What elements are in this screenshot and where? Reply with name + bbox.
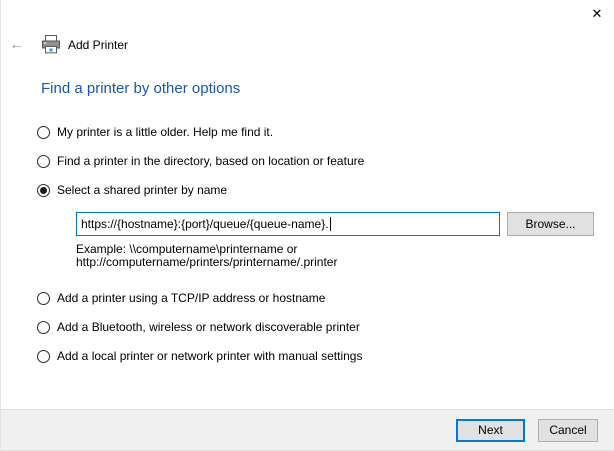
- radio-dot: [40, 353, 47, 360]
- option-label: Add a printer using a TCP/IP address or …: [57, 291, 325, 305]
- radio-dot: [40, 129, 47, 136]
- page-title: Find a printer by other options: [41, 80, 240, 97]
- radio-icon: [37, 155, 50, 168]
- back-arrow-icon[interactable]: ←: [9, 35, 29, 55]
- option-label: Add a local printer or network printer w…: [57, 349, 362, 363]
- dialog-footer: Next Cancel: [1, 409, 614, 450]
- example-line-2: http://computername/printers/printername…: [76, 256, 597, 269]
- option-bluetooth-wireless[interactable]: Add a Bluetooth, wireless or network dis…: [37, 320, 597, 334]
- option-label: Add a Bluetooth, wireless or network dis…: [57, 320, 360, 334]
- radio-icon-selected: [37, 184, 50, 197]
- radio-dot: [40, 158, 47, 165]
- radio-icon: [37, 292, 50, 305]
- option-shared-printer-by-name[interactable]: Select a shared printer by name: [37, 183, 597, 197]
- text-caret: [330, 217, 331, 231]
- radio-dot: [40, 324, 47, 331]
- printer-name-value: https://{hostname}:{port}/queue/{queue-n…: [81, 217, 329, 231]
- wizard-title: Add Printer: [68, 38, 128, 52]
- shared-printer-section: https://{hostname}:{port}/queue/{queue-n…: [76, 212, 597, 269]
- printer-name-input[interactable]: https://{hostname}:{port}/queue/{queue-n…: [76, 212, 500, 236]
- wizard-header: ← Add Printer: [9, 34, 128, 56]
- printer-option-list: My printer is a little older. Help me fi…: [37, 125, 597, 378]
- shared-printer-input-row: https://{hostname}:{port}/queue/{queue-n…: [76, 212, 597, 236]
- cancel-button[interactable]: Cancel: [538, 419, 598, 442]
- option-local-manual-settings[interactable]: Add a local printer or network printer w…: [37, 349, 597, 363]
- printer-icon: [41, 34, 61, 56]
- radio-dot: [40, 295, 47, 302]
- next-button[interactable]: Next: [456, 419, 525, 442]
- browse-button[interactable]: Browse...: [507, 212, 594, 236]
- option-label: My printer is a little older. Help me fi…: [57, 125, 273, 139]
- option-label: Select a shared printer by name: [57, 183, 227, 197]
- example-text: Example: \\computername\printername or h…: [76, 243, 597, 269]
- radio-icon: [37, 321, 50, 334]
- option-tcpip-address[interactable]: Add a printer using a TCP/IP address or …: [37, 291, 597, 305]
- option-label: Find a printer in the directory, based o…: [57, 154, 364, 168]
- radio-icon: [37, 126, 50, 139]
- close-icon[interactable]: ✕: [586, 4, 608, 24]
- option-older-printer[interactable]: My printer is a little older. Help me fi…: [37, 125, 597, 139]
- add-printer-dialog: ✕ ← Add Printer Find a printer by other …: [0, 0, 614, 451]
- option-find-in-directory[interactable]: Find a printer in the directory, based o…: [37, 154, 597, 168]
- radio-icon: [37, 350, 50, 363]
- radio-dot: [40, 187, 47, 194]
